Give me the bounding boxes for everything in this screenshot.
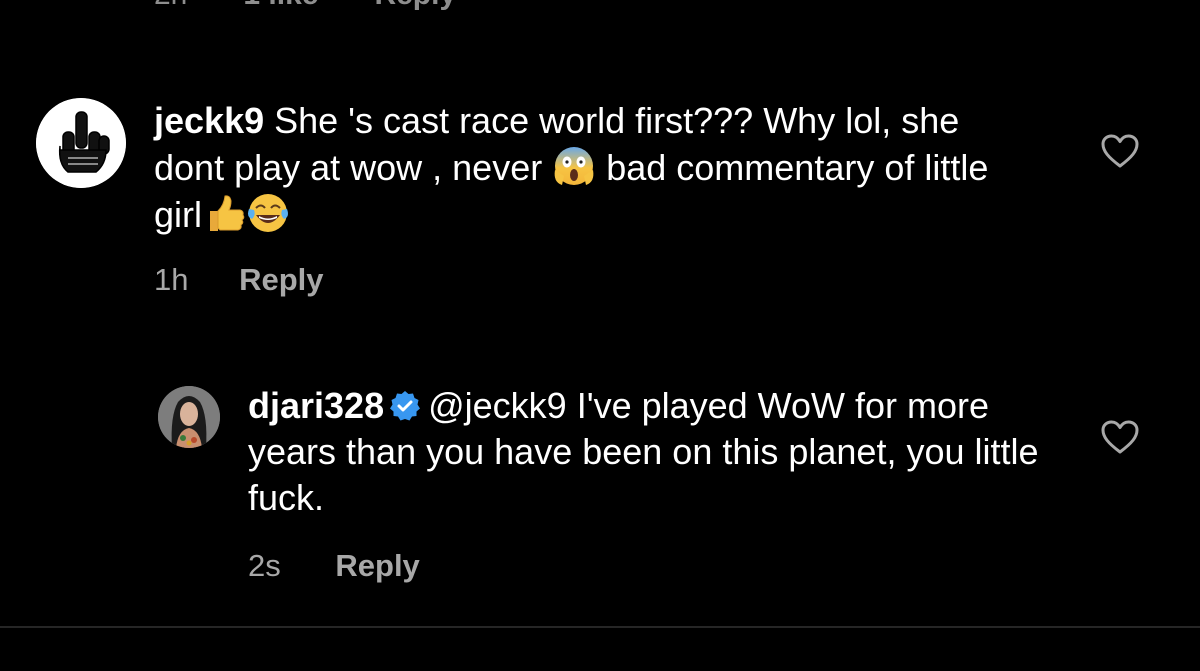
reply-username[interactable]: djari328	[248, 385, 384, 426]
divider	[0, 626, 1200, 628]
previous-comment-reply-button[interactable]: Reply	[374, 0, 456, 12]
heart-icon[interactable]	[1100, 419, 1140, 455]
reply-mention[interactable]: @jeckk9	[428, 385, 567, 426]
comment-meta: 1h Reply	[154, 262, 324, 298]
comment-time: 1h	[154, 262, 189, 297]
reply-meta: 2s Reply	[248, 548, 420, 584]
avatar[interactable]	[158, 386, 220, 448]
reply-button[interactable]: Reply	[335, 548, 419, 583]
verified-badge-icon	[390, 391, 421, 421]
reply-text: djari328 @jeckk9 I've played WoW for mor…	[248, 383, 1048, 521]
heart-icon[interactable]	[1100, 133, 1140, 169]
thumbs-up-icon	[210, 195, 245, 231]
middle-finger-icon	[36, 98, 126, 188]
reply-button[interactable]: Reply	[239, 262, 323, 297]
profile-photo-icon	[158, 386, 220, 448]
previous-comment-time: 2h	[154, 0, 187, 12]
previous-comment-meta: 2h 1 like Reply	[154, 0, 456, 12]
face-screaming-in-fear-icon	[554, 147, 594, 185]
comment-text: jeckk9 She 's cast race world first??? W…	[154, 98, 1034, 238]
reply-time: 2s	[248, 548, 281, 583]
previous-comment-likes[interactable]: 1 like	[243, 0, 318, 12]
face-with-tears-of-joy-icon	[248, 194, 289, 232]
avatar[interactable]	[36, 98, 126, 188]
comment-username[interactable]: jeckk9	[154, 100, 264, 141]
